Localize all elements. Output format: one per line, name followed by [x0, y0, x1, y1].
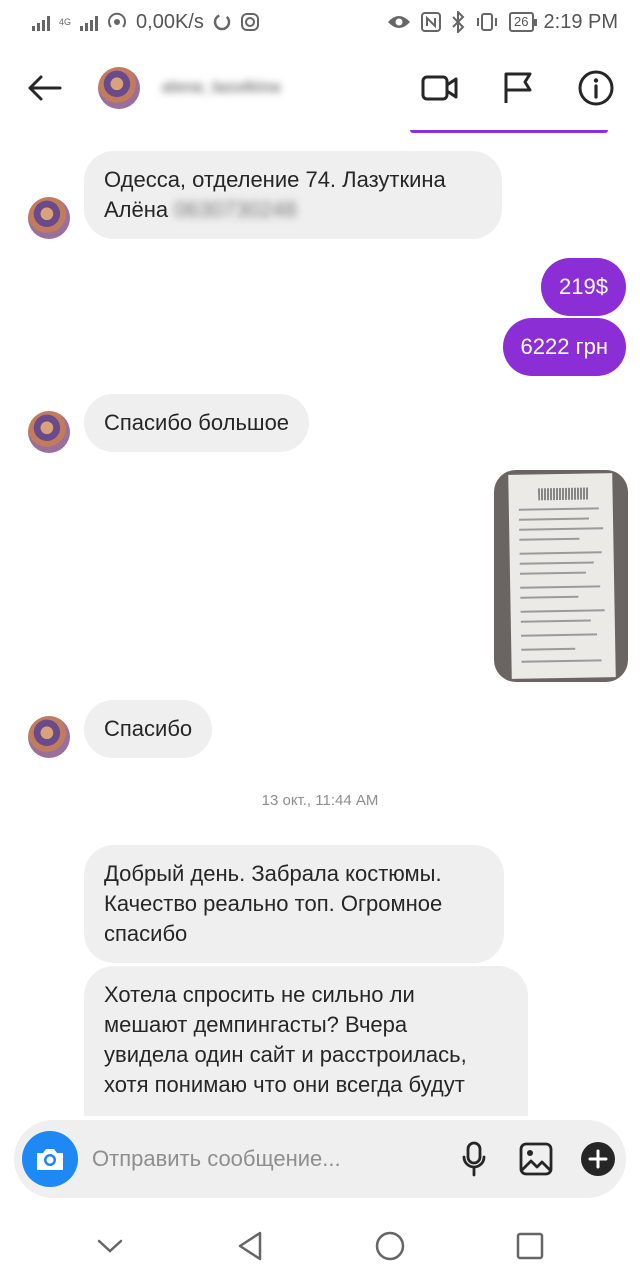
clock: 2:19 PM [543, 10, 618, 33]
back-arrow-icon [28, 75, 62, 101]
hide-nav-button[interactable] [86, 1222, 134, 1270]
contact-avatar[interactable] [98, 67, 140, 109]
sender-avatar[interactable] [28, 197, 70, 239]
incoming-message[interactable]: Добрый день. Забрала костюмы. Качество р… [84, 845, 504, 963]
message-text: Качество реально топ. Огромное [104, 891, 443, 916]
home-nav-button[interactable] [366, 1222, 414, 1270]
more-options-button[interactable] [580, 1141, 616, 1177]
report-button[interactable] [498, 68, 538, 108]
receipt-photo-message[interactable] [494, 470, 628, 682]
instagram-notification-icon [240, 13, 259, 31]
outgoing-message[interactable]: 6222 грн [502, 318, 626, 376]
incoming-message[interactable]: Спасибо большое [84, 394, 310, 452]
blurred-phone-number: 0630730248 [174, 197, 297, 222]
incoming-message[interactable]: Спасибо [84, 700, 213, 758]
back-button[interactable] [24, 68, 64, 108]
plus-circle-icon [581, 1142, 615, 1176]
chevron-down-icon [97, 1239, 123, 1253]
nfc-icon [421, 12, 442, 32]
camera-button[interactable] [22, 1131, 78, 1187]
info-button[interactable] [576, 68, 616, 108]
recents-nav-button[interactable] [506, 1222, 554, 1270]
message-text: Спасибо большое [104, 410, 290, 435]
signal-strength-icon [32, 13, 50, 31]
video-call-icon [421, 75, 458, 101]
chat-header: alena_lazutkina [0, 44, 640, 132]
eye-icon [388, 16, 411, 28]
message-text: 219$ [559, 274, 608, 299]
message-input[interactable] [92, 1146, 422, 1172]
camera-icon [37, 1149, 63, 1170]
message-text: мешают демпингасты? Вчера [104, 1012, 408, 1037]
message-text: Одесса, отделение 74. Лазуткина [104, 167, 446, 192]
triangle-back-icon [238, 1231, 262, 1261]
image-icon [519, 1142, 553, 1176]
previous-message-edge [410, 130, 608, 133]
flag-icon [504, 72, 532, 103]
system-navigation-bar [0, 1212, 640, 1280]
message-text-line: Алёна 0630730248 [104, 195, 482, 225]
barcode-graphic [538, 487, 589, 501]
voice-message-button[interactable] [456, 1141, 492, 1177]
message-text: 6222 грн [520, 334, 608, 359]
message-text: спасибо [104, 921, 188, 946]
loading-icon [213, 13, 231, 31]
bluetooth-icon [452, 11, 465, 33]
sender-avatar[interactable] [28, 716, 70, 758]
gallery-button[interactable] [518, 1141, 554, 1177]
microphone-icon [462, 1141, 486, 1177]
back-nav-button[interactable] [226, 1222, 274, 1270]
message-text: увидела один сайт и расстроилась, [104, 1042, 467, 1067]
receipt-image [508, 473, 616, 679]
message-text: хотя понимаю что они всегда будут [104, 1072, 465, 1097]
status-bar: 4G 0,00K/s 26 2:19 PM [0, 0, 640, 44]
battery-indicator: 26 [509, 12, 538, 32]
message-text: Добрый день. Забрала костюмы. [104, 861, 442, 886]
sender-avatar[interactable] [28, 411, 70, 453]
incoming-message[interactable]: Одесса, отделение 74. Лазуткина Алёна 06… [84, 151, 502, 239]
hotspot-icon [108, 12, 126, 28]
message-timestamp: 13 окт., 11:44 AM [261, 792, 379, 809]
video-call-button[interactable] [420, 68, 460, 108]
square-recents-icon [516, 1232, 544, 1260]
circle-home-icon [375, 1231, 405, 1261]
outgoing-message[interactable]: 219$ [541, 258, 626, 316]
incoming-message[interactable]: Хотела спросить не сильно ли мешают демп… [84, 966, 528, 1116]
vibrate-icon [477, 13, 498, 31]
message-text: Алёна [104, 197, 169, 222]
contact-username[interactable]: alena_lazutkina [162, 79, 280, 97]
signal-strength-2-icon [80, 13, 99, 31]
info-icon [578, 70, 614, 106]
network-speed: 0,00K/s [136, 10, 204, 33]
message-text: Спасибо [104, 716, 193, 741]
message-composer [14, 1120, 626, 1198]
network-type-label: 4G [59, 16, 72, 27]
message-text: Хотела спросить не сильно ли [104, 982, 415, 1007]
